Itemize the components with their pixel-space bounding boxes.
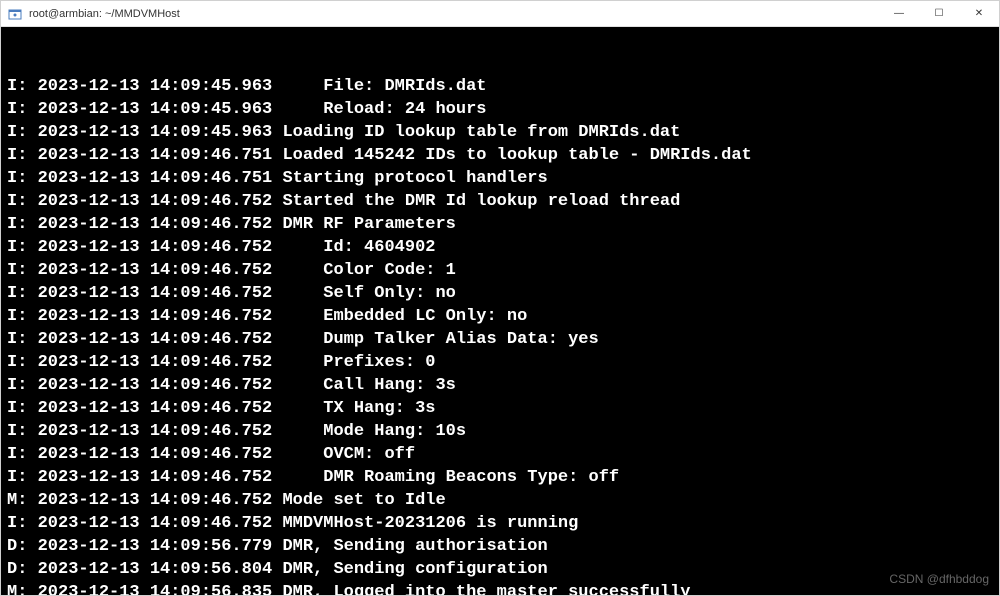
log-line: I: 2023-12-13 14:09:46.752 Color Code: 1	[7, 259, 993, 282]
log-line: I: 2023-12-13 14:09:46.752 Call Hang: 3s	[7, 374, 993, 397]
log-line: I: 2023-12-13 14:09:46.752 MMDVMHost-202…	[7, 512, 993, 535]
log-line: I: 2023-12-13 14:09:46.752 Mode Hang: 10…	[7, 420, 993, 443]
log-line: I: 2023-12-13 14:09:46.751 Starting prot…	[7, 167, 993, 190]
app-icon	[7, 6, 23, 22]
log-line: I: 2023-12-13 14:09:46.752 DMR Roaming B…	[7, 466, 993, 489]
log-line: I: 2023-12-13 14:09:46.752 OVCM: off	[7, 443, 993, 466]
log-line: I: 2023-12-13 14:09:45.963 Reload: 24 ho…	[7, 98, 993, 121]
log-line: M: 2023-12-13 14:09:56.835 DMR, Logged i…	[7, 581, 993, 595]
log-line: I: 2023-12-13 14:09:46.751 Loaded 145242…	[7, 144, 993, 167]
log-line: I: 2023-12-13 14:09:45.963 Loading ID lo…	[7, 121, 993, 144]
close-button[interactable]: ✕	[959, 1, 999, 26]
maximize-button[interactable]: ☐	[919, 1, 959, 26]
log-line: D: 2023-12-13 14:09:56.804 DMR, Sending …	[7, 558, 993, 581]
log-line: I: 2023-12-13 14:09:46.752 Embedded LC O…	[7, 305, 993, 328]
log-line: I: 2023-12-13 14:09:46.752 DMR RF Parame…	[7, 213, 993, 236]
log-line: D: 2023-12-13 14:09:56.779 DMR, Sending …	[7, 535, 993, 558]
log-line: I: 2023-12-13 14:09:46.752 Dump Talker A…	[7, 328, 993, 351]
log-line: I: 2023-12-13 14:09:46.752 Started the D…	[7, 190, 993, 213]
log-line: I: 2023-12-13 14:09:46.752 Prefixes: 0	[7, 351, 993, 374]
window-title: root@armbian: ~/MMDVMHost	[29, 8, 879, 20]
terminal-window: root@armbian: ~/MMDVMHost — ☐ ✕ I: 2023-…	[0, 0, 1000, 596]
log-content: I: 2023-12-13 14:09:45.963 File: DMRIds.…	[7, 75, 993, 595]
window-titlebar[interactable]: root@armbian: ~/MMDVMHost — ☐ ✕	[1, 1, 999, 27]
terminal-output[interactable]: I: 2023-12-13 14:09:45.963 File: DMRIds.…	[1, 27, 999, 595]
log-line: I: 2023-12-13 14:09:46.752 Self Only: no	[7, 282, 993, 305]
log-line: M: 2023-12-13 14:09:46.752 Mode set to I…	[7, 489, 993, 512]
minimize-button[interactable]: —	[879, 1, 919, 26]
window-controls: — ☐ ✕	[879, 1, 999, 26]
log-line: I: 2023-12-13 14:09:45.963 File: DMRIds.…	[7, 75, 993, 98]
log-line: I: 2023-12-13 14:09:46.752 TX Hang: 3s	[7, 397, 993, 420]
watermark-text: CSDN @dfhbddog	[889, 568, 989, 591]
log-line: I: 2023-12-13 14:09:46.752 Id: 4604902	[7, 236, 993, 259]
